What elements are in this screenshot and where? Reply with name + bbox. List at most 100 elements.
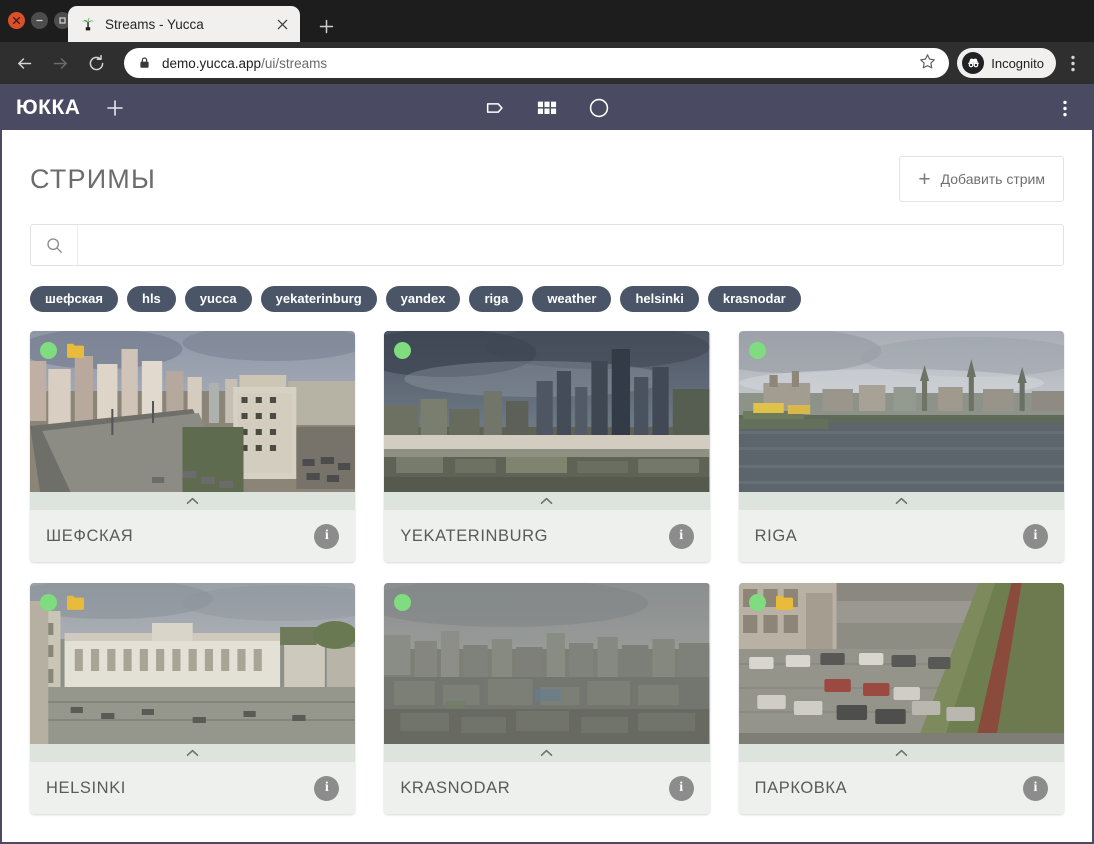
stream-name: ПАРКОВКА xyxy=(754,778,848,797)
status-online-icon xyxy=(40,342,57,359)
stream-badges xyxy=(40,594,85,611)
search-bar[interactable] xyxy=(30,224,1064,266)
url-text: demo.yucca.app/ui/streams xyxy=(162,56,919,71)
status-online-icon xyxy=(40,594,57,611)
folder-icon xyxy=(67,343,84,358)
stream-badges xyxy=(40,342,85,359)
plus-icon: + xyxy=(918,167,931,191)
new-tab-button[interactable] xyxy=(312,12,340,40)
stream-thumbnail[interactable] xyxy=(30,583,356,744)
stream-card[interactable]: YEKATERINBURG i xyxy=(384,331,710,562)
browser-titlebar: Streams - Yucca xyxy=(0,0,1094,42)
header-right xyxy=(1052,93,1078,123)
tag-chip-yucca[interactable]: yucca xyxy=(184,286,252,312)
page-content: СТРИМЫ + Добавить стрим шефская hls yucc… xyxy=(2,130,1092,842)
info-icon[interactable]: i xyxy=(314,775,340,801)
chevron-up-icon[interactable] xyxy=(738,492,1064,510)
chevron-up-icon[interactable] xyxy=(30,744,356,762)
stream-badges xyxy=(394,342,412,359)
stream-card-footer: HELSINKI i xyxy=(30,762,356,814)
status-online-icon xyxy=(394,594,412,611)
app-logo-text: ЮККА xyxy=(16,96,81,119)
tag-chip-yandex[interactable]: yandex xyxy=(385,286,461,312)
chevron-up-icon[interactable] xyxy=(738,744,1064,762)
star-icon[interactable] xyxy=(919,53,939,73)
stream-name: HELSINKI xyxy=(46,778,126,797)
add-stream-button[interactable]: + Добавить стрим xyxy=(899,156,1064,202)
stream-thumbnail[interactable] xyxy=(738,331,1064,492)
info-icon[interactable]: i xyxy=(314,523,340,549)
stream-badges xyxy=(394,594,412,611)
chevron-up-icon[interactable] xyxy=(30,492,356,510)
search-input[interactable] xyxy=(78,225,1063,265)
page-viewport: ЮККА СТРИМЫ + Добавить стрим шефская hls… xyxy=(0,86,1094,844)
app-logo[interactable]: ЮККА xyxy=(16,96,80,120)
stream-name: KRASNODAR xyxy=(400,778,511,797)
forward-arrow-icon xyxy=(44,47,76,79)
stream-thumbnail[interactable] xyxy=(384,331,710,492)
stream-thumbnail[interactable] xyxy=(738,583,1064,744)
search-icon xyxy=(31,225,78,265)
palm-tree-icon xyxy=(80,16,96,32)
url-host: demo.yucca.app xyxy=(162,55,262,71)
reload-icon[interactable] xyxy=(80,47,112,79)
app-menu-icon[interactable] xyxy=(1052,93,1078,123)
stream-card[interactable]: ПАРКОВКА i xyxy=(738,583,1064,814)
tag-filter-list: шефская hls yucca yekaterinburg yandex r… xyxy=(30,286,1064,312)
grid-icon[interactable] xyxy=(532,93,562,123)
stream-badges xyxy=(748,342,766,359)
stream-badges xyxy=(748,594,794,611)
stream-card[interactable]: KRASNODAR i xyxy=(384,583,710,814)
add-button-header[interactable] xyxy=(102,95,128,121)
status-online-icon xyxy=(394,342,412,359)
info-icon[interactable]: i xyxy=(668,775,694,801)
address-bar[interactable]: demo.yucca.app/ui/streams xyxy=(124,48,950,78)
info-icon[interactable]: i xyxy=(1023,523,1048,549)
tab-close-icon[interactable] xyxy=(272,14,292,34)
incognito-label: Incognito xyxy=(991,55,1044,71)
page-title-row: СТРИМЫ + Добавить стрим xyxy=(30,156,1064,202)
window-minimize-button[interactable] xyxy=(31,12,48,29)
page-title: СТРИМЫ xyxy=(30,163,157,194)
tab-title: Streams - Yucca xyxy=(105,16,204,32)
folder-icon xyxy=(67,595,84,610)
stream-card-footer: RIGA i xyxy=(738,510,1064,562)
back-arrow-icon[interactable] xyxy=(8,47,40,79)
info-icon[interactable]: i xyxy=(1023,775,1048,801)
tag-chip-helsinki[interactable]: helsinki xyxy=(620,286,699,312)
stream-card-footer: ШЕФСКАЯ i xyxy=(30,510,356,562)
tag-chip-krasnodar[interactable]: krasnodar xyxy=(707,286,801,312)
window-close-button[interactable] xyxy=(8,12,25,29)
stream-name: RIGA xyxy=(754,526,798,545)
stream-thumbnail[interactable] xyxy=(30,331,356,492)
chevron-up-icon[interactable] xyxy=(384,744,710,762)
chevron-up-icon[interactable] xyxy=(384,492,710,510)
tag-chip-weather[interactable]: weather xyxy=(532,286,612,312)
incognito-indicator[interactable]: Incognito xyxy=(957,48,1056,78)
stream-card-footer: ПАРКОВКА i xyxy=(738,762,1064,814)
tag-chip-yekaterinburg[interactable]: yekaterinburg xyxy=(260,286,377,312)
header-nav xyxy=(2,86,1092,130)
stream-grid: ШЕФСКАЯ i YEKATERINBURG i RIGA i HELSINK… xyxy=(30,331,1064,814)
browser-tab[interactable]: Streams - Yucca xyxy=(68,6,300,42)
browser-toolbar: demo.yucca.app/ui/streams Incognito xyxy=(0,42,1094,86)
folder-icon xyxy=(775,595,793,610)
browser-window: Streams - Yucca demo.yucca.app/ui/stream… xyxy=(0,0,1094,844)
stream-card[interactable]: RIGA i xyxy=(738,331,1064,562)
stream-card-footer: KRASNODAR i xyxy=(384,762,710,814)
browser-menu-icon[interactable] xyxy=(1060,48,1086,78)
tag-chip-riga[interactable]: riga xyxy=(469,286,524,312)
stream-card[interactable]: ШЕФСКАЯ i xyxy=(30,331,356,562)
tag-chip-hls[interactable]: hls xyxy=(127,286,176,312)
stream-card[interactable]: HELSINKI i xyxy=(30,583,356,814)
info-icon[interactable]: i xyxy=(668,523,694,549)
stream-thumbnail[interactable] xyxy=(384,583,710,744)
stream-card-footer: YEKATERINBURG i xyxy=(384,510,710,562)
circle-icon[interactable] xyxy=(584,93,614,123)
stream-name: YEKATERINBURG xyxy=(400,526,549,545)
tag-chip-shefskaya[interactable]: шефская xyxy=(30,286,118,312)
tag-icon[interactable] xyxy=(480,93,510,123)
url-path: /ui/streams xyxy=(261,55,328,71)
incognito-icon xyxy=(962,52,985,74)
window-controls xyxy=(8,12,71,29)
